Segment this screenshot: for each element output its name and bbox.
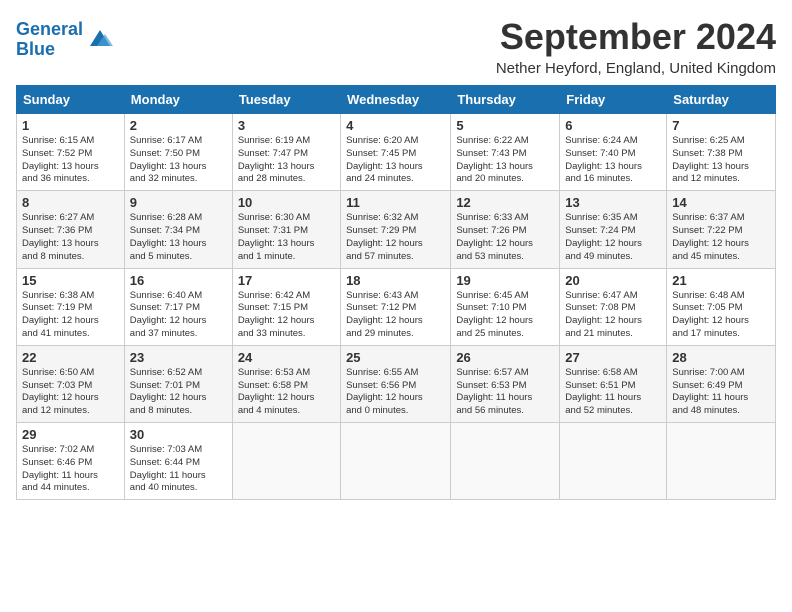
table-row: 28Sunrise: 7:00 AMSunset: 6:49 PMDayligh… xyxy=(667,345,776,422)
table-row: 23Sunrise: 6:52 AMSunset: 7:01 PMDayligh… xyxy=(124,345,232,422)
table-row: 25Sunrise: 6:55 AMSunset: 6:56 PMDayligh… xyxy=(341,345,451,422)
table-row xyxy=(232,423,340,500)
table-row: 15Sunrise: 6:38 AMSunset: 7:19 PMDayligh… xyxy=(17,268,125,345)
week-row-5: 29Sunrise: 7:02 AMSunset: 6:46 PMDayligh… xyxy=(17,423,776,500)
table-row: 1Sunrise: 6:15 AMSunset: 7:52 PMDaylight… xyxy=(17,114,125,191)
table-row: 11Sunrise: 6:32 AMSunset: 7:29 PMDayligh… xyxy=(341,191,451,268)
table-row: 4Sunrise: 6:20 AMSunset: 7:45 PMDaylight… xyxy=(341,114,451,191)
week-row-4: 22Sunrise: 6:50 AMSunset: 7:03 PMDayligh… xyxy=(17,345,776,422)
table-row: 7Sunrise: 6:25 AMSunset: 7:38 PMDaylight… xyxy=(667,114,776,191)
col-saturday: Saturday xyxy=(667,86,776,114)
table-row: 21Sunrise: 6:48 AMSunset: 7:05 PMDayligh… xyxy=(667,268,776,345)
table-row: 19Sunrise: 6:45 AMSunset: 7:10 PMDayligh… xyxy=(451,268,560,345)
calendar-table: Sunday Monday Tuesday Wednesday Thursday… xyxy=(16,85,776,500)
header-row: Sunday Monday Tuesday Wednesday Thursday… xyxy=(17,86,776,114)
title-area: September 2024 Nether Heyford, England, … xyxy=(496,16,776,77)
table-row: 16Sunrise: 6:40 AMSunset: 7:17 PMDayligh… xyxy=(124,268,232,345)
logo-line2: Blue xyxy=(16,39,55,59)
col-thursday: Thursday xyxy=(451,86,560,114)
table-row: 26Sunrise: 6:57 AMSunset: 6:53 PMDayligh… xyxy=(451,345,560,422)
table-row: 8Sunrise: 6:27 AMSunset: 7:36 PMDaylight… xyxy=(17,191,125,268)
table-row xyxy=(341,423,451,500)
table-row: 2Sunrise: 6:17 AMSunset: 7:50 PMDaylight… xyxy=(124,114,232,191)
col-monday: Monday xyxy=(124,86,232,114)
table-row: 13Sunrise: 6:35 AMSunset: 7:24 PMDayligh… xyxy=(560,191,667,268)
table-row: 3Sunrise: 6:19 AMSunset: 7:47 PMDaylight… xyxy=(232,114,340,191)
table-row: 5Sunrise: 6:22 AMSunset: 7:43 PMDaylight… xyxy=(451,114,560,191)
table-row: 30Sunrise: 7:03 AMSunset: 6:44 PMDayligh… xyxy=(124,423,232,500)
table-row: 14Sunrise: 6:37 AMSunset: 7:22 PMDayligh… xyxy=(667,191,776,268)
table-row xyxy=(560,423,667,500)
col-wednesday: Wednesday xyxy=(341,86,451,114)
location: Nether Heyford, England, United Kingdom xyxy=(496,60,776,77)
table-row: 22Sunrise: 6:50 AMSunset: 7:03 PMDayligh… xyxy=(17,345,125,422)
table-row: 10Sunrise: 6:30 AMSunset: 7:31 PMDayligh… xyxy=(232,191,340,268)
table-row: 27Sunrise: 6:58 AMSunset: 6:51 PMDayligh… xyxy=(560,345,667,422)
table-row: 24Sunrise: 6:53 AMSunset: 6:58 PMDayligh… xyxy=(232,345,340,422)
table-row xyxy=(451,423,560,500)
logo-text: General Blue xyxy=(16,20,83,60)
logo: General Blue xyxy=(16,20,115,60)
table-row: 29Sunrise: 7:02 AMSunset: 6:46 PMDayligh… xyxy=(17,423,125,500)
col-tuesday: Tuesday xyxy=(232,86,340,114)
table-row: 9Sunrise: 6:28 AMSunset: 7:34 PMDaylight… xyxy=(124,191,232,268)
table-row: 18Sunrise: 6:43 AMSunset: 7:12 PMDayligh… xyxy=(341,268,451,345)
logo-icon xyxy=(85,26,115,50)
header: General Blue September 2024 Nether Heyfo… xyxy=(16,16,776,77)
week-row-3: 15Sunrise: 6:38 AMSunset: 7:19 PMDayligh… xyxy=(17,268,776,345)
month-title: September 2024 xyxy=(496,16,776,58)
table-row xyxy=(667,423,776,500)
logo-line1: General xyxy=(16,19,83,39)
table-row: 17Sunrise: 6:42 AMSunset: 7:15 PMDayligh… xyxy=(232,268,340,345)
table-row: 6Sunrise: 6:24 AMSunset: 7:40 PMDaylight… xyxy=(560,114,667,191)
week-row-1: 1Sunrise: 6:15 AMSunset: 7:52 PMDaylight… xyxy=(17,114,776,191)
table-row: 12Sunrise: 6:33 AMSunset: 7:26 PMDayligh… xyxy=(451,191,560,268)
col-friday: Friday xyxy=(560,86,667,114)
col-sunday: Sunday xyxy=(17,86,125,114)
table-row: 20Sunrise: 6:47 AMSunset: 7:08 PMDayligh… xyxy=(560,268,667,345)
week-row-2: 8Sunrise: 6:27 AMSunset: 7:36 PMDaylight… xyxy=(17,191,776,268)
